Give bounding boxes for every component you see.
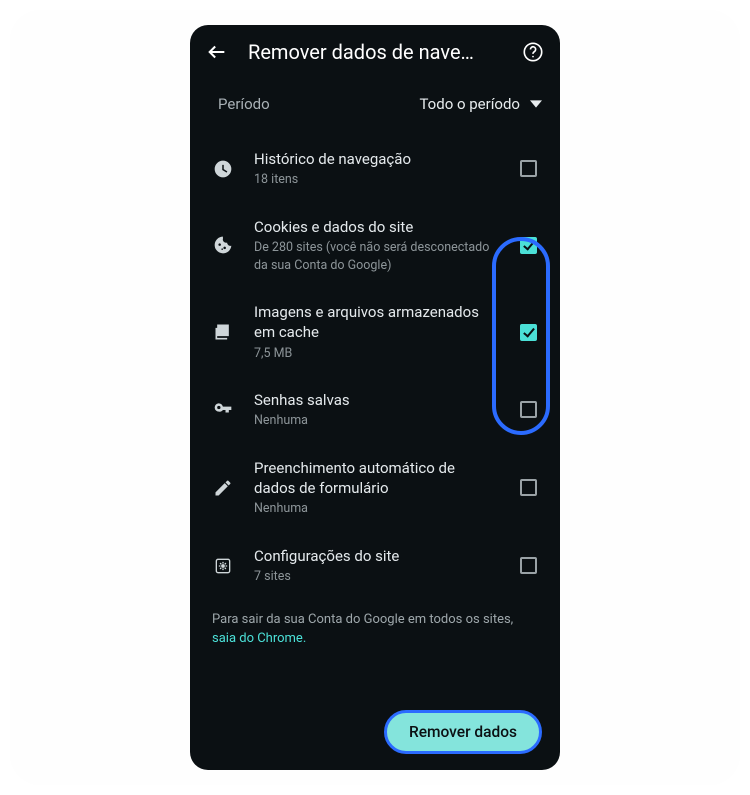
back-icon [206, 41, 228, 63]
period-label: Período [218, 95, 270, 113]
row-title: Configurações do site [254, 546, 498, 566]
row-text: Histórico de navegação 18 itens [254, 149, 498, 189]
row-cache[interactable]: Imagens e arquivos armazenados em cache … [208, 288, 542, 376]
back-button[interactable] [204, 39, 230, 65]
help-button[interactable] [520, 39, 546, 65]
row-subtitle: Nenhuma [254, 412, 498, 430]
checkbox-checked [520, 324, 537, 341]
row-subtitle: 7 sites [254, 568, 498, 586]
checkbox [520, 401, 537, 418]
row-text: Senhas salvas Nenhuma [254, 390, 498, 430]
image-icon [208, 322, 238, 342]
row-text: Cookies e dados do site De 280 sites (vo… [254, 217, 498, 274]
row-title: Histórico de navegação [254, 149, 498, 169]
help-icon [522, 41, 544, 63]
footer-note: Para sair da sua Conta do Google em todo… [190, 600, 560, 649]
row-title: Preenchimento automático de dados de for… [254, 458, 498, 499]
gear-box-icon [208, 556, 238, 576]
footer-link[interactable]: saia do Chrome. [212, 631, 306, 646]
row-checkbox-wrap[interactable] [514, 479, 542, 496]
checkbox [520, 479, 537, 496]
row-history[interactable]: Histórico de navegação 18 itens [208, 135, 542, 203]
pencil-icon [208, 478, 238, 498]
row-text: Configurações do site 7 sites [254, 546, 498, 586]
row-cookies[interactable]: Cookies e dados do site De 280 sites (vo… [208, 203, 542, 288]
key-icon [208, 400, 238, 420]
row-subtitle: 18 itens [254, 171, 498, 189]
checkbox [520, 160, 537, 177]
app-bar: Remover dados de nave… [190, 25, 560, 75]
row-site-settings[interactable]: Configurações do site 7 sites [208, 532, 542, 600]
chevron-down-icon [530, 98, 542, 110]
row-title: Cookies e dados do site [254, 217, 498, 237]
checkbox [520, 557, 537, 574]
row-checkbox-wrap[interactable] [514, 160, 542, 177]
footer-text: Para sair da sua Conta do Google em todo… [212, 612, 513, 627]
row-title: Senhas salvas [254, 390, 498, 410]
row-passwords[interactable]: Senhas salvas Nenhuma [208, 376, 542, 444]
row-text: Preenchimento automático de dados de for… [254, 458, 498, 518]
phone-frame: Remover dados de nave… Período Todo o pe… [190, 25, 560, 770]
row-subtitle: De 280 sites (você não será desconectado… [254, 239, 498, 274]
row-autofill[interactable]: Preenchimento automático de dados de for… [208, 444, 542, 532]
cookie-icon [208, 235, 238, 255]
row-checkbox-wrap[interactable] [514, 557, 542, 574]
period-value-text: Todo o período [419, 95, 520, 113]
row-title: Imagens e arquivos armazenados em cache [254, 302, 498, 343]
period-value: Todo o período [419, 95, 542, 113]
row-text: Imagens e arquivos armazenados em cache … [254, 302, 498, 362]
remove-data-button[interactable]: Remover dados [384, 710, 542, 754]
checkbox-checked [520, 237, 537, 254]
clock-icon [208, 159, 238, 179]
row-checkbox-wrap[interactable] [514, 324, 542, 341]
card: Remover dados de nave… Período Todo o pe… [10, 10, 740, 785]
row-subtitle: Nenhuma [254, 500, 498, 518]
row-subtitle: 7,5 MB [254, 345, 498, 363]
row-checkbox-wrap[interactable] [514, 237, 542, 254]
row-checkbox-wrap[interactable] [514, 401, 542, 418]
period-selector[interactable]: Período Todo o período [190, 75, 560, 125]
page-title: Remover dados de nave… [248, 40, 502, 64]
options-list: Histórico de navegação 18 itens Cookies … [190, 125, 560, 600]
